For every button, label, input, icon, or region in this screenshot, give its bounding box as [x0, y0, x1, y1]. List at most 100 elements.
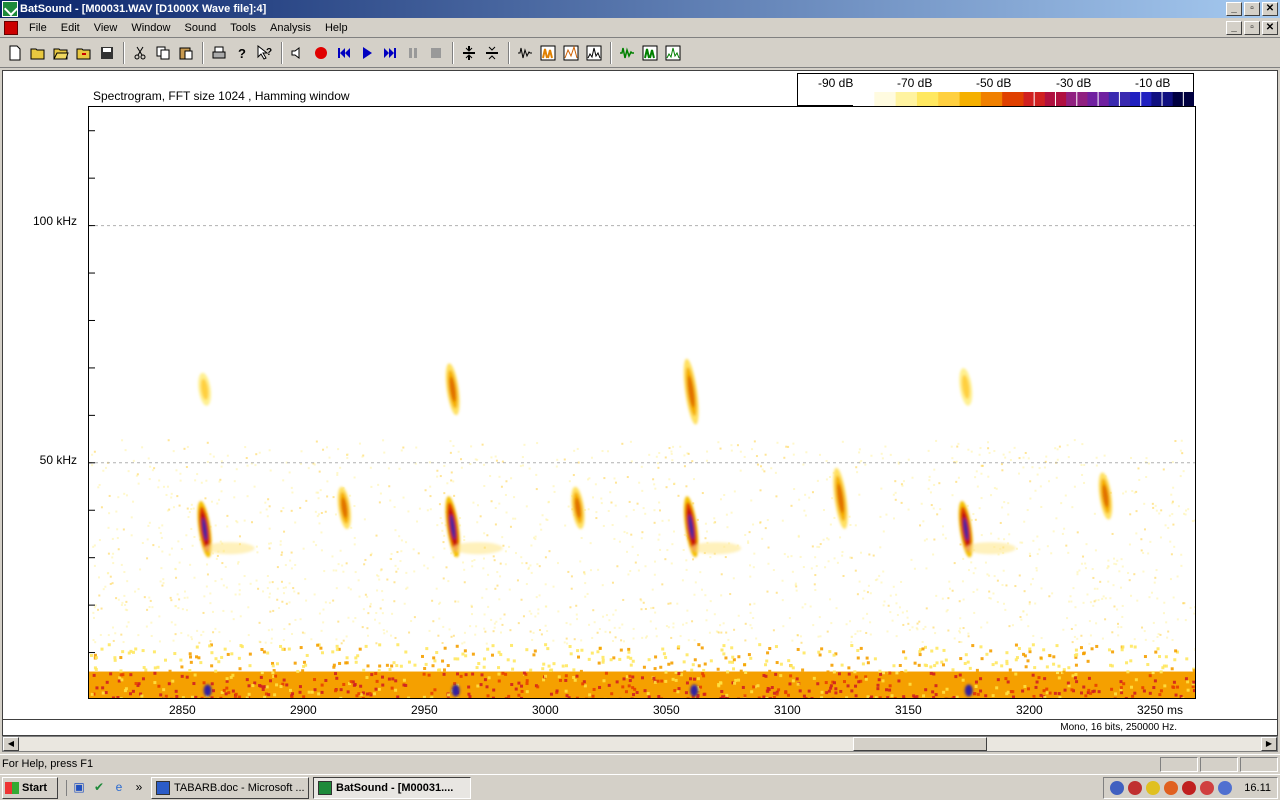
noise-speck — [1070, 688, 1074, 692]
volume-icon[interactable] — [1218, 780, 1233, 795]
noise-speck — [1159, 689, 1163, 693]
batsound-quicklaunch-icon[interactable]: ✔ — [91, 780, 107, 796]
noise-speck — [191, 544, 194, 547]
noise-speck — [417, 552, 420, 555]
spectrogram-window[interactable]: Spectrogram, FFT size 1024 , Hamming win… — [2, 70, 1278, 720]
menu-view[interactable]: View — [87, 18, 125, 38]
network-disconnected-icon[interactable] — [1128, 780, 1143, 795]
noise-speck — [604, 630, 607, 633]
wave-green-icon[interactable] — [616, 42, 638, 64]
task-batsound[interactable]: BatSound - [M00031.... — [313, 776, 471, 799]
noise-speck — [956, 445, 959, 448]
noise-speck — [482, 665, 486, 669]
start-button[interactable]: Start — [2, 776, 58, 799]
spectrum-icon[interactable] — [583, 42, 605, 64]
menu-sound[interactable]: Sound — [177, 18, 223, 38]
network-icon[interactable] — [1110, 780, 1125, 795]
noise-speck — [854, 684, 858, 688]
antivirus-icon[interactable] — [1164, 780, 1179, 795]
alert-icon[interactable] — [1200, 780, 1215, 795]
noise-speck — [1120, 586, 1123, 589]
pause-icon[interactable] — [402, 42, 424, 64]
minimize-button[interactable]: _ — [1226, 2, 1242, 16]
noise-speck — [452, 634, 455, 637]
menu-help[interactable]: Help — [318, 18, 355, 38]
show-desktop-icon[interactable]: ▣ — [71, 780, 87, 796]
noise-speck — [1004, 456, 1007, 459]
open-recent-icon[interactable] — [73, 42, 95, 64]
scroll-thumb[interactable] — [853, 737, 987, 751]
restore-button[interactable]: ▫ — [1244, 2, 1260, 16]
noise-speck — [1194, 647, 1195, 651]
fast-forward-icon[interactable] — [379, 42, 401, 64]
call-low-frequency-component — [690, 684, 699, 697]
doc-restore-button[interactable]: ▫ — [1244, 20, 1260, 35]
noise-speck — [424, 662, 428, 666]
scroll-left-button[interactable]: ◀ — [3, 737, 19, 751]
doc-minimize-button[interactable]: _ — [1226, 20, 1242, 35]
new-icon[interactable] — [4, 42, 26, 64]
spectrogram-canvas[interactable] — [89, 107, 1196, 699]
menu-window[interactable]: Window — [124, 18, 177, 38]
noise-speck — [563, 641, 566, 644]
noise-speck — [953, 637, 956, 640]
paste-icon[interactable] — [175, 42, 197, 64]
doc-close-button[interactable]: ✕ — [1262, 20, 1278, 35]
close-button[interactable]: ✕ — [1262, 2, 1278, 16]
open-folder-icon[interactable] — [50, 42, 72, 64]
play-icon[interactable] — [356, 42, 378, 64]
security-shield-icon[interactable] — [1146, 780, 1161, 795]
spectrogram-green-icon[interactable] — [639, 42, 661, 64]
noise-speck — [390, 552, 393, 555]
noise-speck — [209, 592, 212, 595]
spectrogram-plot[interactable] — [88, 106, 1196, 699]
noise-speck — [131, 689, 135, 693]
horizontal-scrollbar[interactable]: ◀ ▶ — [2, 736, 1278, 752]
noise-speck — [1149, 540, 1152, 543]
spectrogram-icon[interactable] — [537, 42, 559, 64]
speaker-icon[interactable] — [287, 42, 309, 64]
noise-speck — [342, 639, 345, 642]
print-icon[interactable] — [208, 42, 230, 64]
waveform-icon[interactable] — [514, 42, 536, 64]
noise-speck — [443, 646, 447, 650]
save-icon[interactable] — [96, 42, 118, 64]
noise-speck — [860, 459, 863, 462]
stop-icon[interactable] — [425, 42, 447, 64]
noise-speck — [186, 445, 189, 448]
menu-file[interactable]: File — [22, 18, 54, 38]
noise-speck — [1172, 680, 1176, 684]
more-chevron-icon[interactable]: » — [131, 780, 147, 796]
noise-speck — [469, 625, 472, 628]
copy-icon[interactable] — [152, 42, 174, 64]
document-icon[interactable] — [4, 20, 18, 35]
menu-analysis[interactable]: Analysis — [263, 18, 318, 38]
cut-icon[interactable] — [129, 42, 151, 64]
scroll-right-button[interactable]: ▶ — [1261, 737, 1277, 751]
task-word-document[interactable]: TABARB.doc - Microsoft ... — [151, 776, 309, 799]
open-icon[interactable] — [27, 42, 49, 64]
context-help-icon[interactable]: ? — [254, 42, 276, 64]
zoom-in-icon[interactable] — [458, 42, 480, 64]
batsound-app-icon[interactable] — [2, 1, 18, 17]
internet-explorer-icon[interactable]: e — [111, 780, 127, 796]
power-spectrum-icon[interactable] — [560, 42, 582, 64]
noise-speck — [989, 649, 993, 653]
spectrum-green-icon[interactable] — [662, 42, 684, 64]
noise-speck — [123, 492, 126, 495]
noise-speck — [627, 647, 631, 651]
noise-speck — [469, 463, 472, 466]
menu-edit[interactable]: Edit — [54, 18, 87, 38]
menu-tools[interactable]: Tools — [223, 18, 263, 38]
noise-speck — [336, 473, 339, 476]
update-icon[interactable] — [1182, 780, 1197, 795]
record-icon[interactable] — [310, 42, 332, 64]
help-icon[interactable]: ? — [231, 42, 253, 64]
noise-speck — [177, 540, 180, 543]
rewind-icon[interactable] — [333, 42, 355, 64]
noise-speck — [433, 688, 437, 692]
noise-speck — [525, 690, 529, 694]
noise-speck — [791, 639, 794, 642]
zoom-out-icon[interactable] — [481, 42, 503, 64]
noise-speck — [381, 590, 384, 593]
